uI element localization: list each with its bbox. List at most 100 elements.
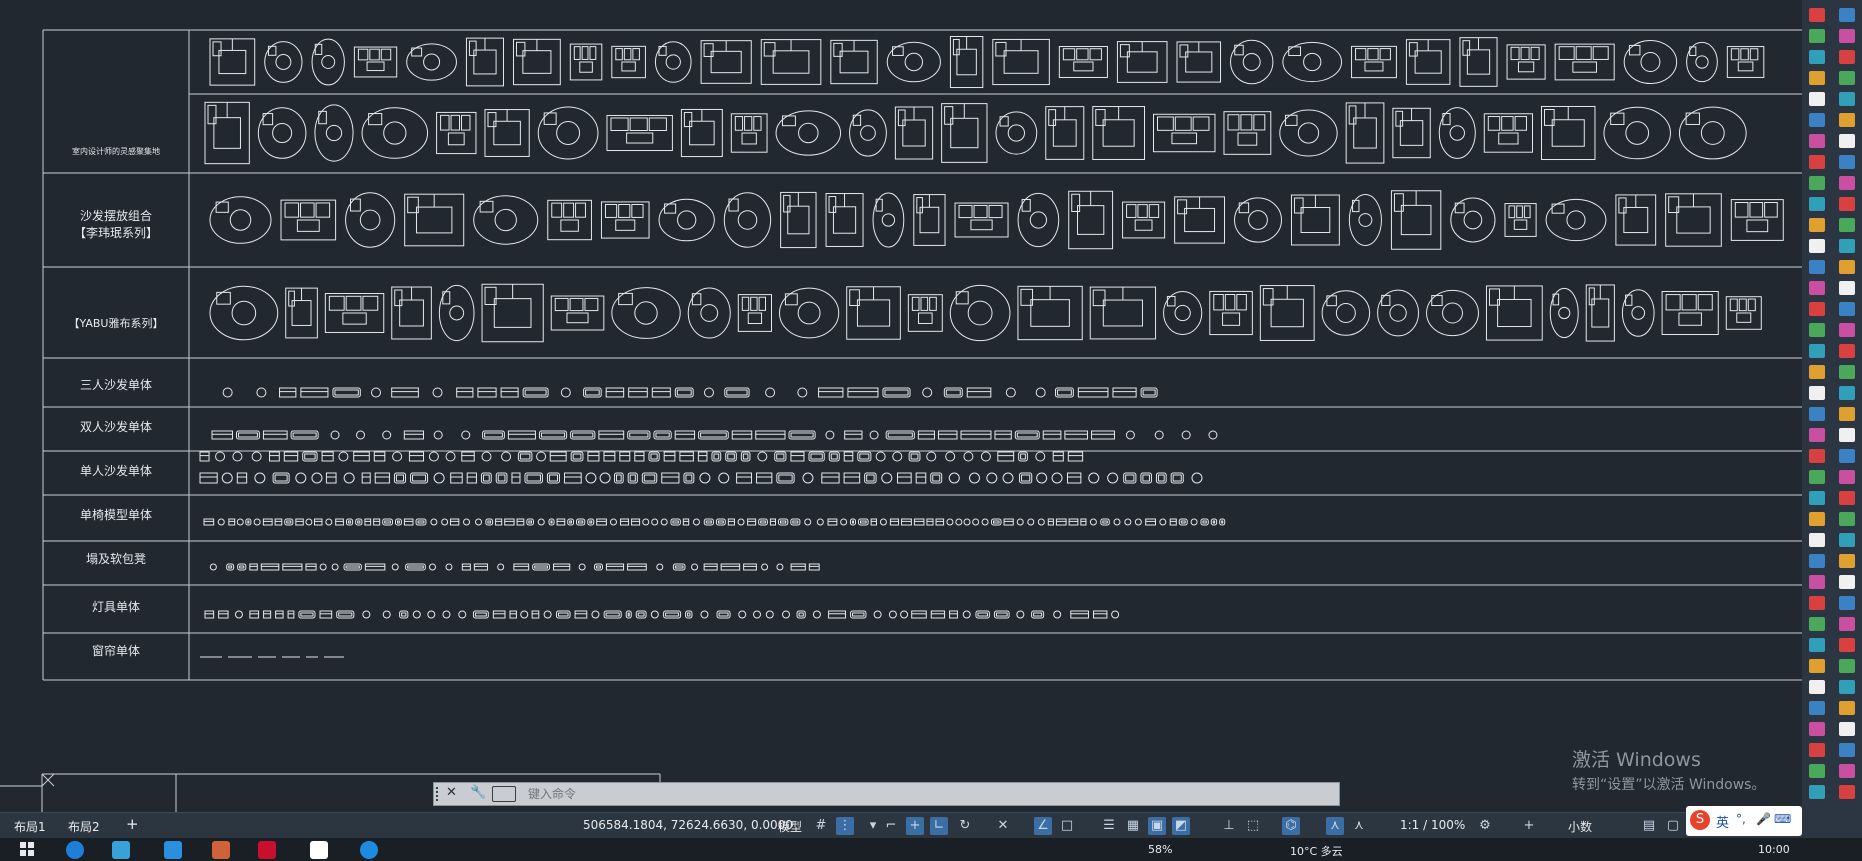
tool-icon[interactable] (1839, 29, 1855, 43)
furniture-block[interactable] (237, 563, 247, 571)
furniture-block[interactable] (1730, 199, 1784, 241)
furniture-block[interactable] (1426, 289, 1479, 337)
furniture-block[interactable] (272, 472, 290, 484)
tool-icon[interactable] (1809, 617, 1825, 631)
furniture-block[interactable] (458, 610, 467, 619)
furniture-block[interactable] (846, 286, 901, 340)
furniture-block[interactable] (485, 518, 494, 526)
furniture-block[interactable] (1140, 472, 1152, 484)
furniture-block[interactable] (199, 472, 218, 484)
tool-icon[interactable] (1839, 92, 1855, 106)
furniture-block[interactable] (405, 563, 426, 571)
furniture-block[interactable] (438, 284, 475, 342)
tool-icon[interactable] (1839, 449, 1855, 463)
furniture-block[interactable] (605, 563, 625, 571)
furniture-block[interactable] (1174, 196, 1226, 244)
selection-cycling-icon[interactable]: ▣ (1148, 817, 1166, 835)
furniture-block[interactable] (522, 387, 549, 398)
tool-icon[interactable] (1809, 512, 1825, 526)
furniture-block[interactable] (570, 430, 596, 440)
furniture-block[interactable] (204, 101, 250, 165)
furniture-block[interactable] (509, 610, 517, 619)
tool-icon[interactable] (1809, 134, 1825, 148)
furniture-block[interactable] (736, 472, 753, 484)
furniture-block[interactable] (1181, 430, 1191, 440)
furniture-block[interactable] (574, 610, 588, 619)
wrench-icon[interactable]: 🔧 (470, 785, 486, 800)
furniture-block[interactable] (796, 610, 806, 619)
tool-icon[interactable] (1839, 596, 1855, 610)
furniture-block[interactable] (531, 610, 540, 619)
tool-icon[interactable] (1839, 407, 1855, 421)
furniture-block[interactable] (228, 518, 236, 526)
transparency-icon[interactable]: ▦ (1124, 817, 1142, 835)
furniture-block[interactable] (857, 518, 869, 526)
furniture-block[interactable] (1016, 518, 1024, 526)
furniture-block[interactable] (917, 430, 935, 440)
furniture-block[interactable] (1661, 291, 1719, 335)
tool-icon[interactable] (1809, 92, 1825, 106)
furniture-block[interactable] (619, 451, 631, 462)
furniture-block[interactable] (298, 610, 316, 619)
furniture-block[interactable] (600, 201, 650, 239)
furniture-block[interactable] (937, 430, 958, 440)
furniture-block[interactable] (361, 472, 371, 484)
furniture-block[interactable] (1088, 472, 1100, 484)
furniture-block[interactable] (427, 610, 436, 619)
furniture-block[interactable] (251, 451, 262, 462)
furniture-block[interactable] (756, 472, 773, 484)
messenger-icon[interactable] (164, 841, 182, 859)
tool-icon[interactable] (1809, 785, 1825, 799)
furniture-block[interactable] (287, 610, 295, 619)
furniture-block[interactable] (603, 610, 622, 619)
furniture-block[interactable] (1035, 451, 1046, 462)
furniture-block[interactable] (285, 287, 318, 339)
furniture-block[interactable] (428, 451, 439, 462)
furniture-block[interactable] (802, 472, 814, 484)
autocad-icon[interactable] (258, 841, 276, 859)
snap-icon[interactable]: ⋮ (836, 817, 854, 835)
furniture-block[interactable] (864, 472, 877, 484)
furniture-block[interactable] (1054, 387, 1074, 398)
furniture-block[interactable] (685, 610, 693, 619)
furniture-block[interactable] (821, 472, 840, 484)
furniture-block[interactable] (869, 430, 879, 440)
furniture-block[interactable] (1053, 610, 1062, 619)
furniture-block[interactable] (587, 451, 600, 462)
furniture-block[interactable] (325, 472, 337, 484)
furniture-block[interactable] (321, 451, 334, 462)
furniture-block[interactable] (211, 430, 233, 440)
furniture-block[interactable] (1178, 518, 1188, 526)
furniture-block[interactable] (611, 45, 646, 79)
furniture-block[interactable] (477, 387, 497, 398)
furniture-block[interactable] (1052, 451, 1064, 462)
furniture-block[interactable] (1726, 46, 1765, 78)
furniture-block[interactable] (609, 518, 617, 526)
furniture-block[interactable] (1113, 518, 1121, 526)
furniture-block[interactable] (1438, 107, 1476, 159)
furniture-block[interactable] (1549, 287, 1579, 339)
tool-icon[interactable] (1809, 554, 1825, 568)
furniture-blocks[interactable] (199, 35, 1784, 658)
furniture-block[interactable] (450, 472, 463, 484)
tool-icon[interactable] (1809, 533, 1825, 547)
furniture-block[interactable] (465, 37, 504, 87)
furniture-block[interactable] (896, 472, 912, 484)
furniture-block[interactable] (946, 518, 954, 526)
furniture-block[interactable] (992, 38, 1050, 86)
furniture-block[interactable] (569, 43, 603, 81)
furniture-block[interactable] (218, 610, 229, 619)
furniture-block[interactable] (949, 284, 1011, 342)
furniture-block[interactable] (480, 472, 492, 484)
tool-icon[interactable] (1839, 533, 1855, 547)
tool-icon[interactable] (1839, 659, 1855, 673)
furniture-block[interactable] (1345, 102, 1385, 164)
furniture-block[interactable] (1390, 190, 1442, 250)
furniture-block[interactable] (850, 610, 867, 619)
furniture-block[interactable] (253, 518, 261, 526)
tool-icon[interactable] (1839, 344, 1855, 358)
furniture-block[interactable] (661, 472, 680, 484)
browser-icon[interactable] (66, 841, 84, 859)
3d-osnap-icon[interactable]: ◩ (1172, 817, 1190, 835)
furniture-block[interactable] (461, 430, 471, 440)
